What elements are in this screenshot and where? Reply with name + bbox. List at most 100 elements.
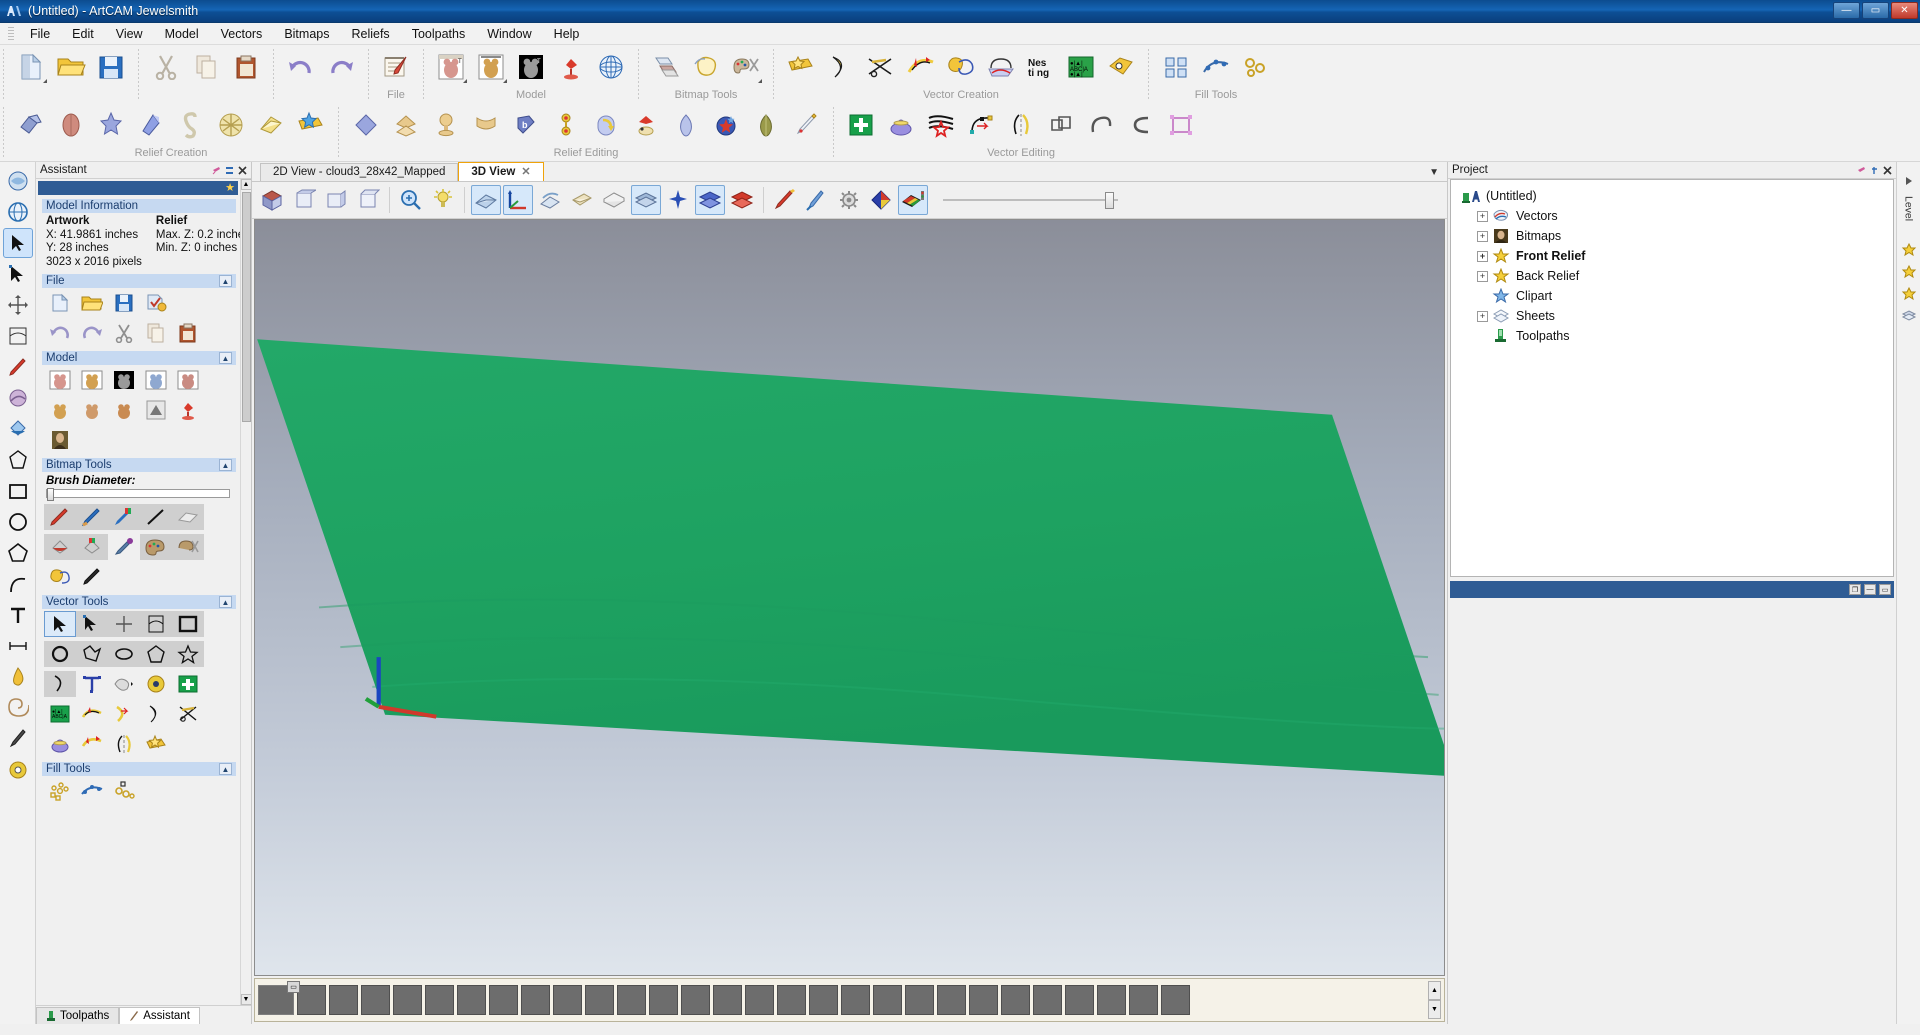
open-file-icon[interactable] <box>52 48 90 86</box>
vector-boolean-intersect-icon[interactable] <box>1122 106 1160 144</box>
vector-texture-icon[interactable] <box>982 48 1020 86</box>
vector-weld-icon[interactable] <box>942 48 980 86</box>
transform-icon[interactable] <box>3 290 33 320</box>
menu-vectors[interactable]: Vectors <box>210 25 274 43</box>
colour-fill-icon[interactable] <box>76 534 108 560</box>
spiral-icon[interactable] <box>3 693 33 723</box>
settings-icon[interactable] <box>834 185 864 215</box>
bitmap-to-vector-icon[interactable] <box>647 48 685 86</box>
tree-node-sheets[interactable]: + Sheets <box>1455 306 1889 326</box>
vector-offset-icon[interactable] <box>902 48 940 86</box>
colour-brush-icon[interactable] <box>108 504 140 530</box>
project-tree[interactable]: (Untitled) + Vectors + Bitmaps + Front R… <box>1450 179 1894 577</box>
lighting-icon[interactable] <box>552 48 590 86</box>
add-vector-icon[interactable] <box>842 106 880 144</box>
vector-doctor-icon[interactable]: ●|▲| ABC|A ●|▲| <box>1062 48 1100 86</box>
filmstrip-cell[interactable] <box>1097 985 1126 1015</box>
filmstrip-cell[interactable] <box>457 985 486 1015</box>
pencil-icon[interactable] <box>44 504 76 530</box>
vector-library-icon[interactable] <box>782 48 820 86</box>
node-edit-icon[interactable] <box>76 611 108 637</box>
greyscale-model-icon[interactable] <box>140 397 172 423</box>
front-view-icon[interactable] <box>289 185 319 215</box>
fill-cluster-icon[interactable] <box>1237 48 1275 86</box>
plan-view-icon[interactable] <box>353 185 383 215</box>
menu-bitmaps[interactable]: Bitmaps <box>273 25 340 43</box>
tree-node-front-relief[interactable]: + Front Relief <box>1455 246 1889 266</box>
greyscale-model-icon[interactable]: T <box>512 48 550 86</box>
filmstrip-cell[interactable] <box>713 985 742 1015</box>
layer-icon-1[interactable] <box>1899 239 1919 261</box>
filmstrip-lead-cell[interactable]: ▭ <box>258 981 300 1015</box>
lighting-icon[interactable] <box>428 185 458 215</box>
tab-toolpaths[interactable]: Toolpaths <box>36 1007 120 1024</box>
model-size-icon[interactable] <box>76 367 108 393</box>
section-header[interactable]: Model Information <box>42 199 236 213</box>
lighting-icon[interactable] <box>140 367 172 393</box>
notes-icon[interactable] <box>377 48 415 86</box>
polyline-icon[interactable] <box>76 641 108 667</box>
filmstrip-cell[interactable] <box>649 985 678 1015</box>
sculpt-icon[interactable] <box>3 166 33 196</box>
close-icon[interactable] <box>238 165 247 175</box>
close-button[interactable]: ✕ <box>1891 2 1918 19</box>
layer-icon-2[interactable] <box>1899 261 1919 283</box>
relief-bear-icon[interactable] <box>44 397 76 423</box>
menu-grip[interactable] <box>8 26 14 41</box>
filmstrip-cell[interactable] <box>393 985 422 1015</box>
colour-merge-icon[interactable] <box>44 564 76 590</box>
expander-icon[interactable]: + <box>1477 250 1488 262</box>
relief-bear3-icon[interactable] <box>108 397 140 423</box>
colour-picker-scissors-icon[interactable] <box>727 48 765 86</box>
copy-icon[interactable] <box>187 48 225 86</box>
paste-icon[interactable] <box>227 48 265 86</box>
star-icon[interactable] <box>172 641 204 667</box>
relief-from-bitmap-icon[interactable] <box>252 106 290 144</box>
filmstrip-cell[interactable] <box>521 985 550 1015</box>
relief-layer-icon[interactable] <box>172 367 204 393</box>
relief-paint-icon[interactable] <box>787 106 825 144</box>
wireframe-sphere-icon[interactable] <box>592 48 630 86</box>
collapse-icon[interactable]: ▲ <box>219 763 232 775</box>
node-edit-icon[interactable] <box>962 106 1000 144</box>
side-view-icon[interactable] <box>321 185 351 215</box>
filmstrip-cell[interactable] <box>905 985 934 1015</box>
weave-icon[interactable] <box>212 106 250 144</box>
dimension-icon[interactable] <box>3 631 33 661</box>
expander-icon[interactable]: + <box>1477 310 1488 322</box>
filmstrip-cell[interactable] <box>425 985 454 1015</box>
expander-icon[interactable]: + <box>1477 210 1488 222</box>
relief-layers-icon[interactable] <box>727 185 757 215</box>
new-model-from-image-icon[interactable]: T <box>432 48 470 86</box>
relief-layer-filmstrip[interactable]: ▭ ▲ ▼ <box>254 978 1445 1022</box>
filmstrip-cell[interactable] <box>969 985 998 1015</box>
render-colour-icon[interactable] <box>898 185 928 215</box>
extrude-icon[interactable] <box>92 106 130 144</box>
tree-node-untitled[interactable]: (Untitled) <box>1455 186 1889 206</box>
section-header-file[interactable]: File ▲ <box>42 274 236 288</box>
paint-relief-icon[interactable] <box>770 185 800 215</box>
new-model-from-file-icon[interactable] <box>44 367 76 393</box>
rectangle-icon[interactable] <box>3 476 33 506</box>
open-model-icon[interactable] <box>76 290 108 316</box>
scroll-down-icon[interactable]: ▼ <box>240 994 251 1005</box>
line-icon[interactable] <box>140 504 172 530</box>
save-as-icon[interactable] <box>140 290 172 316</box>
filmstrip-cell[interactable] <box>585 985 614 1015</box>
drop-icon[interactable] <box>3 662 33 692</box>
vector-array-icon[interactable] <box>1102 48 1140 86</box>
undo-icon[interactable] <box>282 48 320 86</box>
polygon-icon[interactable] <box>140 641 172 667</box>
fill-along-curve-icon[interactable] <box>76 778 108 804</box>
collapse-icon[interactable]: ▲ <box>219 275 232 287</box>
menu-edit[interactable]: Edit <box>61 25 105 43</box>
vector-trim-icon[interactable] <box>172 701 204 727</box>
eraser-icon[interactable] <box>172 504 204 530</box>
relief-fade-icon[interactable] <box>747 106 785 144</box>
nesting-icon[interactable]: Nes ti ng <box>1022 48 1060 86</box>
menu-window[interactable]: Window <box>476 25 542 43</box>
mirror-icon[interactable] <box>108 731 140 757</box>
scroll-up-icon[interactable]: ▲ <box>240 179 251 190</box>
show-toolpaths-icon[interactable] <box>535 185 565 215</box>
slider-knob[interactable] <box>47 488 54 501</box>
